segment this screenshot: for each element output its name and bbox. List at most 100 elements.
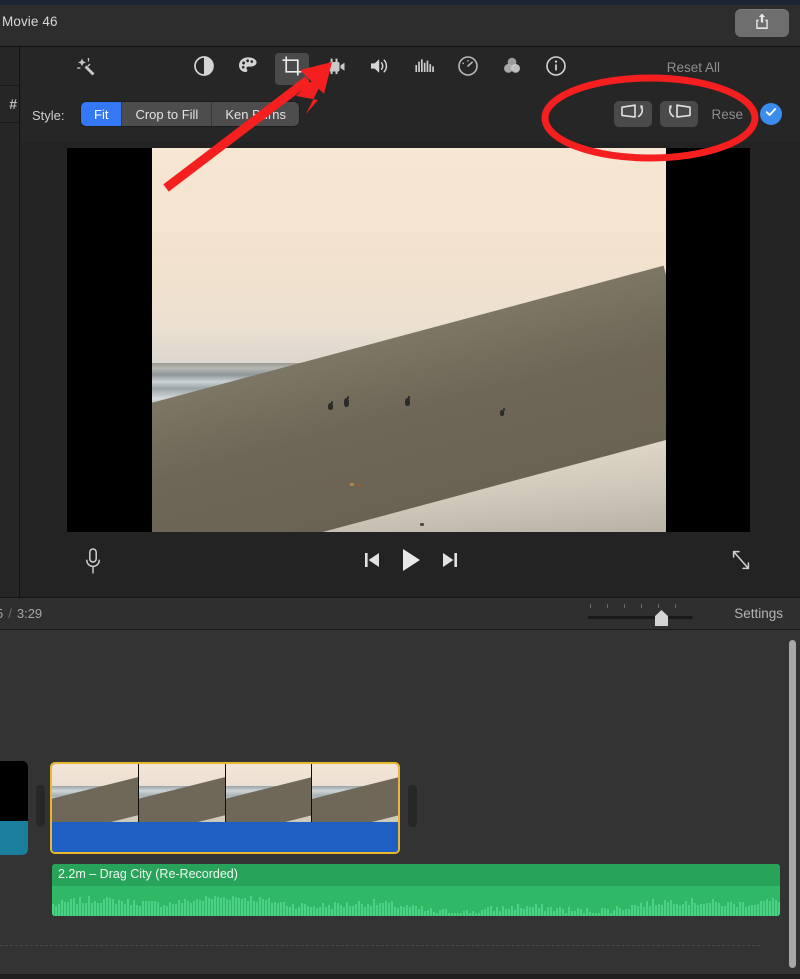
waveform-bar [742,902,744,916]
volume-button[interactable] [363,53,397,85]
apply-crop-button[interactable] [760,103,782,125]
waveform-bar [727,902,729,916]
waveform-bar [118,900,120,916]
clip-trim-handle-right[interactable] [408,785,417,827]
waveform-bar [73,898,75,916]
color-balance-button[interactable] [187,53,221,85]
waveform-bar [319,907,321,916]
waveform-bar [55,906,57,916]
style-label: Style: [32,108,65,123]
clip-trim-handle-left[interactable] [36,785,45,827]
waveform-bar [700,904,702,916]
waveform-bar [694,903,696,916]
waveform-bar [325,907,327,916]
waveform-bar [88,896,90,916]
crop-reset-button[interactable]: Rese [711,107,743,122]
fullscreen-button[interactable] [730,548,752,577]
waveform-bar [478,913,480,916]
time-separator: / [8,606,12,621]
waveform-bar [658,904,660,916]
zoom-slider-thumb[interactable] [655,610,668,626]
color-correction-button[interactable] [231,53,265,85]
timeline-header: 5/3:29 Settings [0,597,800,630]
share-button[interactable] [735,9,789,37]
voiceover-button[interactable] [83,547,103,582]
waveform-bar [310,907,312,916]
timeline-drop-guide [0,945,760,946]
waveform-bar [757,904,759,916]
waveform-bar [592,913,594,916]
waveform-bar [190,903,192,916]
waveform-bar [577,908,579,916]
timeline-vertical-scrollbar[interactable] [789,640,796,968]
waveform-bar [103,899,105,916]
filters-button[interactable] [495,53,529,85]
skip-to-beginning-button[interactable] [363,550,381,575]
waveform-bar [601,908,603,916]
waveform-bar [769,901,771,916]
info-button[interactable] [539,53,573,85]
waveform-bar [238,898,240,916]
left-sidebar-rail: # [0,47,20,602]
waveform-bar [316,908,318,916]
playback-controls [363,547,459,578]
auto-enhance-button[interactable] [70,53,104,85]
waveform-bar [142,901,144,916]
waveform-bar [253,901,255,916]
waveform-bar [295,909,297,916]
waveform-bar [616,906,618,916]
crop-style-crop-to-fill[interactable]: Crop to Fill [122,102,212,126]
waveform-bar [79,897,81,916]
waveform-bar [667,902,669,917]
shorebird [344,398,349,407]
adjacent-video-clip[interactable] [0,761,28,855]
crop-style-ken-burns[interactable]: Ken Burns [212,102,299,126]
crop-button[interactable] [275,53,309,85]
waveform-bar [766,899,768,916]
waveform-bar [670,900,672,916]
waveform-bar [280,902,282,916]
waveform-bar [610,913,612,916]
play-icon [399,547,423,578]
waveform-bar [598,913,600,916]
waveform-bar [100,903,102,916]
stabilization-button[interactable] [319,53,353,85]
selected-video-clip[interactable] [50,762,400,854]
waveform-bar [640,903,642,916]
waveform-bar [406,905,408,916]
reset-all-button[interactable]: Reset All [667,60,720,75]
waveform-bar [361,904,363,916]
video-letterbox-frame[interactable] [67,148,750,532]
waveform-bar [130,905,132,916]
zoom-slider-track [588,616,693,619]
waveform-bar [277,903,279,916]
waveform-bar [775,900,777,916]
rotate-clockwise-button[interactable] [660,101,698,127]
waveform-bar [178,900,180,916]
waveform-bar [274,902,276,916]
waveform-bar [760,901,762,916]
waveform-bar [286,906,288,916]
music-audio-clip[interactable]: 2.2m – Drag City (Re-Recorded) [52,864,780,916]
skip-to-end-button[interactable] [441,550,459,575]
noise-reduction-button[interactable] [407,53,441,85]
waveform-bar [571,911,573,916]
title-bar-accent-strip [0,0,800,5]
waveform-bar [376,905,378,916]
crop-style-fit[interactable]: Fit [81,102,122,126]
sidebar-item-projects[interactable]: # [0,85,19,123]
speed-icon [456,54,480,83]
skip-to-beginning-icon [363,550,381,575]
adjacent-clip-audio-bar [0,821,28,855]
rotate-counterclockwise-icon [620,103,646,125]
waveform-bar [634,905,636,916]
rotate-counterclockwise-button[interactable] [614,101,652,127]
timeline-settings-button[interactable]: Settings [734,606,783,621]
play-button[interactable] [399,547,423,578]
speed-button[interactable] [451,53,485,85]
waveform-bar [679,905,681,916]
waveform-bar [493,911,495,916]
waveform-bar [265,900,267,916]
timeline-zoom-slider[interactable] [588,604,693,626]
waveform-bar [418,909,420,916]
